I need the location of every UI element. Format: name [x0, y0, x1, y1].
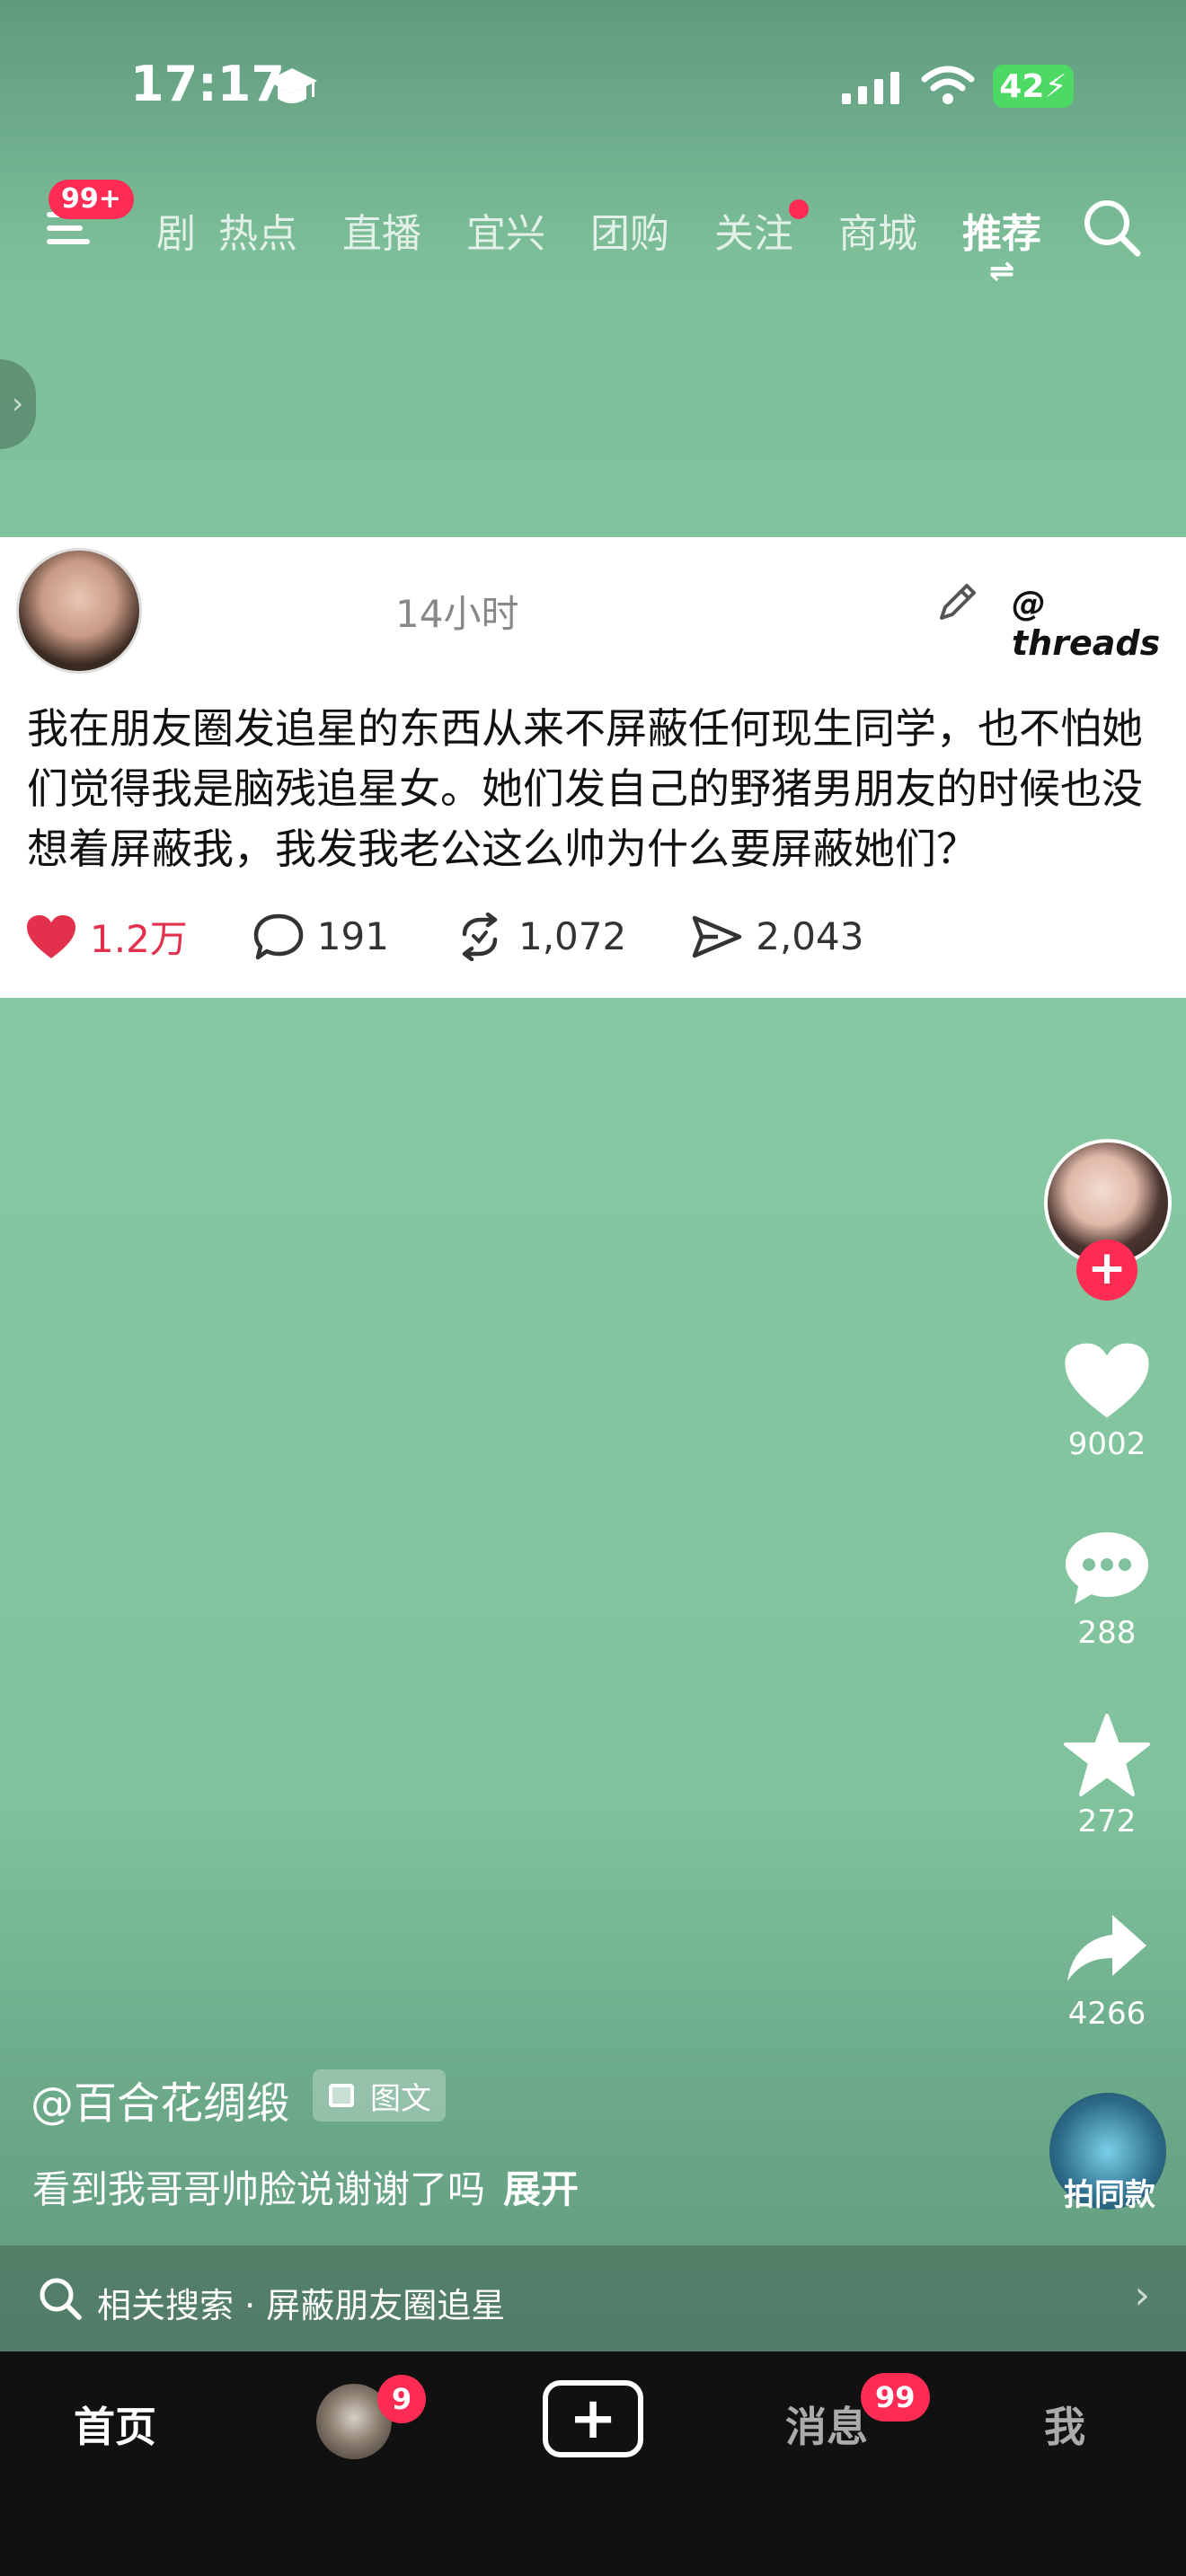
tab-following[interactable]: 关注 — [692, 199, 816, 259]
post-text: 我在朋友圈发追星的东西从来不屏蔽任何现生同学，也不怕她们觉得我是脑残追星女。她们… — [27, 704, 1143, 873]
menu-badge: 99+ — [49, 180, 134, 219]
tab-group-buy[interactable]: 团购 — [568, 201, 692, 259]
author-handle[interactable]: @百合花绸缎 — [31, 2068, 289, 2130]
search-icon[interactable] — [1080, 196, 1143, 259]
favorite-count: 272 — [1077, 1804, 1137, 1839]
pencil-icon — [940, 584, 976, 620]
wifi-icon — [921, 66, 975, 104]
related-search-text: 相关搜索 · 屏蔽朋友圈追星 — [97, 2286, 506, 2325]
post-share-stat: 2,043 — [691, 913, 863, 961]
side-drawer-handle[interactable]: › — [0, 359, 36, 449]
post-like-stat: 1.2万 — [25, 909, 188, 964]
send-icon — [692, 915, 742, 957]
caption-text: 看到我哥哥帅脸说谢谢了吗 展开 — [32, 2167, 580, 2211]
search-icon — [40, 2278, 82, 2320]
tab-local[interactable]: 宜兴 — [444, 201, 568, 259]
nav-tabs: 剧 热点 直播 宜兴 团购 关注 商城 推荐 ⇌ — [133, 199, 1064, 289]
plus-icon: + — [569, 2386, 617, 2452]
comment-count: 288 — [1077, 1615, 1137, 1651]
top-nav: 99+ 剧 热点 直播 宜兴 团购 关注 商城 推荐 ⇌ — [0, 180, 1186, 289]
comment-bubble-icon — [253, 913, 304, 959]
bottom-tab-bar: 首页 9 + 消息 99 我 — [0, 2351, 1186, 2576]
battery-indicator: 42 ⚡ — [993, 65, 1074, 108]
repost-icon — [462, 912, 498, 961]
use-template-label: 拍同款 — [1064, 2177, 1155, 2213]
heart-icon — [27, 914, 75, 958]
notification-dot — [789, 199, 809, 219]
post-stats: 1.2万 191 1,072 2,043 — [25, 909, 928, 964]
post-time: 14小时 — [395, 592, 519, 636]
post-author-avatar — [16, 548, 142, 674]
share-count: 4266 — [1067, 1996, 1146, 2032]
like-count: 9002 — [1067, 1426, 1146, 1462]
follow-button[interactable]: + — [1076, 1239, 1137, 1301]
status-bar: 17:17 42 ⚡ — [0, 0, 1186, 171]
share-button[interactable]: 4266 — [1053, 1910, 1161, 2032]
cellular-signal-icon — [842, 72, 899, 104]
threads-post-card: 14小时 @ threads 我在朋友圈发追星的东西从来不屏蔽任何现生同学，也不… — [0, 537, 1186, 998]
tab-me[interactable]: 我 — [1044, 2395, 1085, 2454]
tab-live[interactable]: 直播 — [320, 201, 444, 259]
friends-badge: 9 — [377, 2375, 426, 2423]
tab-trending[interactable]: 热点 — [196, 201, 320, 259]
chevron-right-icon: › — [1134, 2272, 1150, 2318]
threads-logo: @ threads — [1012, 584, 1161, 663]
post-comment-stat: 191 — [252, 913, 389, 961]
graduation-cap-icon — [267, 68, 317, 103]
expand-link[interactable]: 展开 — [503, 2167, 579, 2211]
messages-badge: 99 — [861, 2373, 930, 2422]
share-arrow-icon — [1067, 1915, 1146, 1981]
comment-button[interactable]: 288 — [1053, 1529, 1161, 1651]
star-icon — [1064, 1714, 1150, 1796]
heart-icon — [1065, 1343, 1149, 1418]
tab-home[interactable]: 首页 — [74, 2395, 156, 2454]
tab-messages[interactable]: 消息 — [785, 2395, 868, 2454]
favorite-button[interactable]: 272 — [1053, 1712, 1161, 1839]
content-type-badge: 图文 — [313, 2069, 446, 2122]
tab-recommended[interactable]: 推荐 ⇌ — [940, 201, 1064, 289]
tab-mall[interactable]: 商城 — [816, 201, 940, 259]
switch-icon[interactable]: ⇌ — [989, 253, 1015, 289]
post-repost-stat: 1,072 — [454, 912, 626, 961]
create-button[interactable]: + — [543, 2380, 643, 2457]
related-search-bar[interactable]: 相关搜索 · 屏蔽朋友圈追星 › — [0, 2245, 1186, 2351]
tab-drama[interactable]: 剧 — [133, 201, 196, 259]
status-time: 17:17 — [130, 56, 285, 112]
chevron-right-icon: › — [12, 386, 23, 420]
comment-icon — [1066, 1532, 1148, 1604]
image-post-icon — [329, 2084, 354, 2107]
like-button[interactable]: 9002 — [1053, 1340, 1161, 1462]
